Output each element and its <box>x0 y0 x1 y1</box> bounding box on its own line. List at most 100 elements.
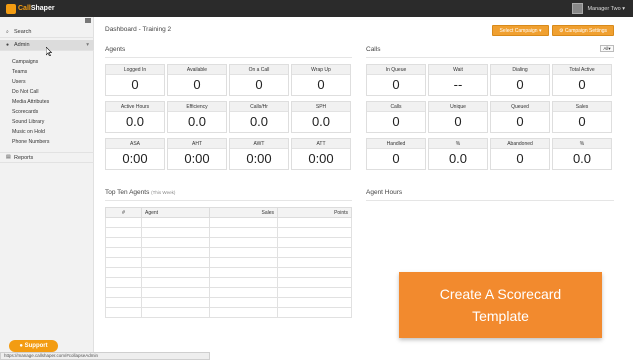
table-cell <box>105 247 142 258</box>
logo[interactable]: Call Shaper <box>6 3 55 14</box>
stat-label: % <box>553 139 611 149</box>
stat-label: Calls <box>367 102 425 112</box>
stat-label: AWT <box>230 139 288 149</box>
sidebar-item-search[interactable]: ⌕ Search <box>0 27 94 38</box>
stat-value: 0:00 <box>122 151 148 166</box>
table-cell <box>277 267 352 278</box>
stat-value: 0.0 <box>448 151 468 166</box>
table-cell <box>277 287 352 298</box>
sidebar-subitem-media-attributes[interactable]: Media Attributes <box>12 99 49 105</box>
avatar <box>572 3 584 14</box>
chevron-down-icon: ▾ <box>86 42 89 48</box>
table-cell <box>105 237 142 248</box>
column-header-points[interactable]: Points <box>277 207 352 218</box>
divider <box>105 57 352 58</box>
table-cell <box>209 287 278 298</box>
stat-card-abandoned-percent: % 0.0 <box>552 138 612 170</box>
stat-value: 0 <box>578 114 586 129</box>
sidebar-subitem-campaigns[interactable]: Campaigns <box>12 59 38 65</box>
table-cell <box>209 247 278 258</box>
user-icon: ● <box>6 41 10 48</box>
sidebar-item-reports[interactable]: ▤ Reports <box>0 152 94 163</box>
table-cell <box>105 267 142 278</box>
table-header-row: # Agent Sales Points <box>105 207 352 218</box>
support-button[interactable]: ● Support <box>9 340 58 352</box>
stat-label: Wait <box>429 65 487 75</box>
table-row <box>105 237 352 248</box>
stat-label: Abandoned <box>491 139 549 149</box>
stat-value: 0:00 <box>184 151 210 166</box>
table-cell <box>209 307 278 318</box>
sidebar-subitem-sound-library[interactable]: Sound Library <box>12 119 44 125</box>
sidebar-subitem-phone-numbers[interactable]: Phone Numbers <box>12 139 50 145</box>
stat-label: Sales <box>553 102 611 112</box>
table-cell <box>141 227 210 238</box>
table-cell <box>277 277 352 288</box>
button-label: Campaign Settings <box>564 27 608 34</box>
user-menu[interactable]: Manager Two ▾ <box>572 3 625 14</box>
stat-card-handled-percent: % 0.0 <box>428 138 488 170</box>
sidebar-subitem-teams[interactable]: Teams <box>12 69 27 75</box>
logo-text: Shaper <box>30 5 55 12</box>
table-cell <box>105 257 142 268</box>
stat-card-available: Available 0 <box>167 64 227 96</box>
divider <box>366 200 614 201</box>
caret-down-icon: ▾ <box>622 5 625 12</box>
table-cell <box>209 257 278 268</box>
stat-value: 0 <box>392 151 400 166</box>
logo-icon <box>6 3 16 14</box>
stat-card-wrap-up: Wrap Up 0 <box>291 64 351 96</box>
table-cell <box>141 287 210 298</box>
sidebar-subitem-do-not-call[interactable]: Do Not Call <box>12 89 39 95</box>
stat-card-handled: Handled 0 <box>366 138 426 170</box>
search-icon: ⌕ <box>6 28 9 35</box>
stat-value: 0 <box>516 114 524 129</box>
stat-label: In Queue <box>367 65 425 75</box>
table-row <box>105 307 352 318</box>
table-cell <box>277 237 352 248</box>
stat-card-queued: Queued 0 <box>490 101 550 133</box>
table-cell <box>105 307 142 318</box>
stat-value: 0 <box>317 77 325 92</box>
top-navbar: Call Shaper Manager Two ▾ <box>0 0 633 17</box>
select-campaign-button[interactable]: Select Campaign ▾ <box>492 25 549 36</box>
stat-label: On a Call <box>230 65 288 75</box>
stat-card-active-hours: Active Hours 0.0 <box>105 101 165 133</box>
stat-value: 0.0 <box>249 114 269 129</box>
sidebar-item-label: Reports <box>14 154 34 161</box>
table-cell <box>105 227 142 238</box>
sidebar-item-label: Admin <box>14 42 30 48</box>
support-label: Support <box>24 343 48 349</box>
table-row <box>105 257 352 268</box>
stat-value: 0 <box>392 77 400 92</box>
stat-card-logged-in: Logged In 0 <box>105 64 165 96</box>
stat-value: 0 <box>193 77 201 92</box>
table-cell <box>105 287 142 298</box>
campaign-settings-button[interactable]: ⚙ Campaign Settings <box>552 25 614 36</box>
stat-card-sph: SPH 0.0 <box>291 101 351 133</box>
sidebar-subitem-music-on-hold[interactable]: Music on Hold <box>12 129 45 135</box>
stat-card-calls: Calls 0 <box>366 101 426 133</box>
stat-card-wait: Wait -- <box>428 64 488 96</box>
table-cell <box>105 217 142 228</box>
scorecard-title-banner: Create A Scorecard Template <box>399 272 602 338</box>
table-row <box>105 217 352 228</box>
user-name: Manager Two <box>587 5 621 12</box>
sidebar-subitem-users[interactable]: Users <box>12 79 26 85</box>
calls-filter-select[interactable]: All▾ <box>600 45 614 52</box>
sidebar-collapse-button[interactable] <box>85 18 91 23</box>
stat-label: Unique <box>429 102 487 112</box>
caret-down-icon: ▾ <box>608 46 611 51</box>
column-header-agent[interactable]: Agent <box>141 207 210 218</box>
table-cell <box>141 297 210 308</box>
stat-label: Available <box>168 65 226 75</box>
sidebar: ⌕ Search ● Admin ▾ Campaigns Teams Users… <box>0 17 94 360</box>
table-row <box>105 267 352 278</box>
calls-section-title: Calls <box>366 46 381 53</box>
stat-card-calls-hr: Calls/Hr 0.0 <box>229 101 289 133</box>
sidebar-subitem-scorecards[interactable]: Scorecards <box>12 109 38 115</box>
column-header-sales[interactable]: Sales <box>209 207 278 218</box>
stat-value: 0 <box>516 151 524 166</box>
table-cell <box>105 297 142 308</box>
column-header-rank[interactable]: # <box>105 207 142 218</box>
